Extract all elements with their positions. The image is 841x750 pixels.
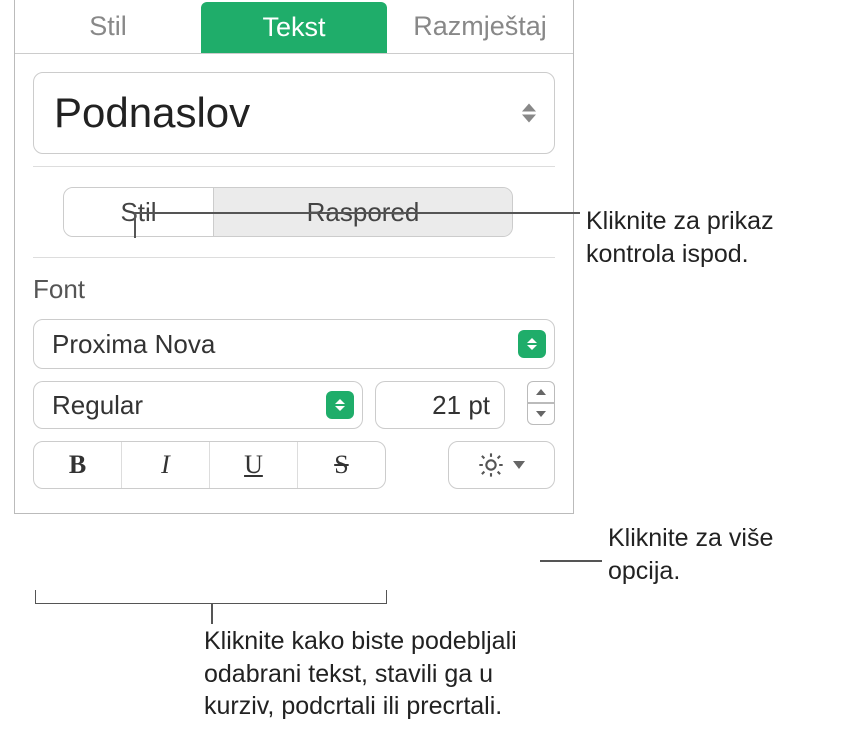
underline-label: U (244, 450, 263, 480)
leader-line (134, 212, 136, 238)
chevron-up-icon (536, 389, 546, 395)
font-family-select[interactable]: Proxima Nova (33, 319, 555, 369)
strike-label: S (334, 450, 348, 480)
font-typeface-select[interactable]: Regular (33, 381, 363, 429)
leader-line (211, 604, 213, 624)
italic-button[interactable]: I (122, 442, 210, 488)
callout-advanced: Kliknite za više opcija. (608, 522, 828, 587)
font-size-up-button[interactable] (527, 381, 555, 403)
top-tab-bar: Stil Tekst Razmještaj (15, 0, 573, 54)
chevron-updown-icon (326, 391, 354, 419)
leader-line (540, 560, 602, 562)
bold-label: B (69, 450, 86, 480)
advanced-options-button[interactable] (448, 441, 555, 489)
font-size-field[interactable]: 21 pt (375, 381, 505, 429)
font-size-down-button[interactable] (527, 403, 555, 425)
paragraph-style-select[interactable]: Podnaslov (33, 72, 555, 154)
chevron-updown-icon (518, 330, 546, 358)
tab-layout[interactable]: Razmještaj (387, 0, 573, 53)
leader-line (134, 212, 580, 214)
format-sidebar: Stil Tekst Razmještaj Podnaslov Stil Ras… (14, 0, 574, 514)
tab-layout-label: Razmještaj (387, 0, 573, 53)
bold-button[interactable]: B (34, 442, 122, 488)
chevron-updown-icon (522, 104, 536, 123)
strikethrough-button[interactable]: S (298, 442, 385, 488)
tab-text-label: Tekst (201, 2, 387, 53)
tab-style[interactable]: Stil (15, 0, 201, 53)
italic-label: I (161, 450, 170, 480)
underline-button[interactable]: U (210, 442, 298, 488)
gear-icon (477, 451, 505, 479)
font-row-typeface-size: Regular 21 pt (33, 381, 555, 429)
chevron-down-icon (513, 461, 525, 469)
font-section-label: Font (33, 274, 555, 305)
chevron-down-icon (536, 411, 546, 417)
callout-bius: Kliknite kako biste podebljali odabrani … (204, 625, 564, 723)
paragraph-style-label: Podnaslov (54, 89, 250, 137)
font-typeface-value: Regular (52, 390, 143, 421)
tab-style-label: Stil (15, 0, 201, 53)
callout-subtabs: Kliknite za prikaz kontrola ispod. (586, 205, 826, 270)
font-row-styles: B I U S (33, 441, 555, 489)
font-style-group: B I U S (33, 441, 386, 489)
leader-bracket (35, 590, 387, 604)
font-family-value: Proxima Nova (52, 329, 215, 360)
divider (33, 166, 555, 167)
font-size-stepper (527, 381, 555, 429)
font-size-value: 21 pt (376, 390, 496, 421)
divider (33, 257, 555, 258)
tab-text[interactable]: Tekst (201, 2, 387, 53)
